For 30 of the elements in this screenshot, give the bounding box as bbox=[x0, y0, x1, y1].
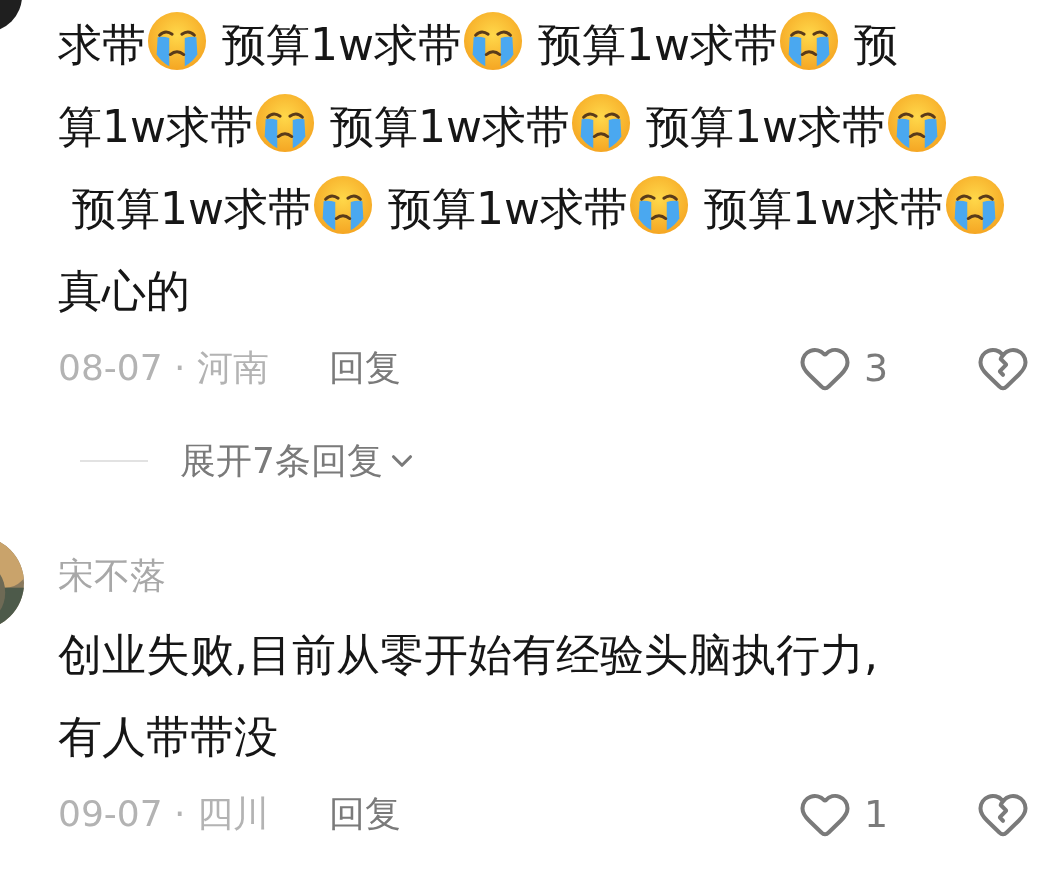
comment-text: 预 bbox=[852, 19, 898, 70]
comment-text: 算1w求带 bbox=[58, 101, 254, 152]
comment-text: 预算1w求带 bbox=[71, 183, 312, 234]
comment-date-location: 09-07 · 四川 bbox=[58, 792, 269, 836]
username[interactable]: 宋不落 bbox=[58, 555, 166, 596]
like-count: 1 bbox=[864, 790, 890, 838]
expand-replies-button[interactable]: 展开7条回复 bbox=[180, 434, 419, 488]
crying-face-icon bbox=[627, 174, 690, 236]
comment-text: 预算1w求带 bbox=[536, 19, 778, 70]
reply-link[interactable]: 回复 bbox=[328, 341, 401, 395]
comment-text: 预算1w求带 bbox=[644, 101, 886, 152]
crying-face-icon bbox=[146, 10, 208, 72]
crying-face-icon bbox=[311, 174, 374, 236]
like-count: 3 bbox=[864, 344, 890, 392]
crying-face-icon bbox=[943, 174, 1006, 236]
comment-text: 创业失败,目前从零开始有经验头脑执行力,有人带带没 bbox=[58, 629, 878, 762]
comment-text: 预算1w求带 bbox=[386, 183, 628, 234]
comment-text: 真心的 bbox=[58, 265, 190, 316]
crying-face-icon bbox=[777, 10, 840, 72]
crying-face-icon bbox=[254, 92, 316, 154]
reply-link[interactable]: 回复 bbox=[328, 787, 401, 841]
comment-date-location: 08-07 · 河南 bbox=[58, 346, 269, 390]
comment-text: 预算1w bbox=[702, 183, 856, 234]
comment-text: 预算1w求带 bbox=[328, 101, 570, 152]
comment-text: 求带 bbox=[855, 183, 944, 234]
comment-text: 求带 bbox=[58, 19, 146, 70]
crying-face-icon bbox=[885, 92, 948, 154]
crying-face-icon bbox=[569, 92, 632, 154]
comment-text: 预算1w求带 bbox=[221, 19, 462, 70]
crying-face-icon bbox=[461, 10, 524, 72]
